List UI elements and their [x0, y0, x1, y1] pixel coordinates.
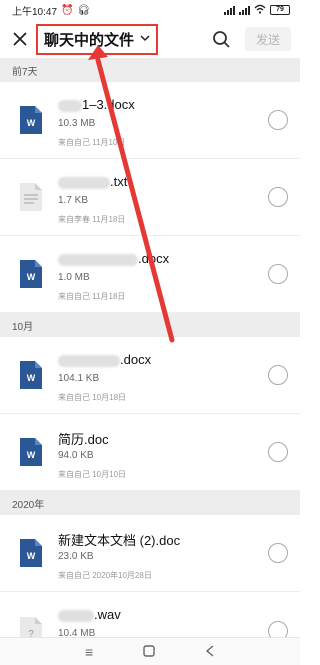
select-checkbox[interactable]	[268, 543, 288, 563]
file-row[interactable]: W 1–3.docx 10.3 MB 来自自己 11月10日	[0, 82, 300, 159]
word-icon: W	[20, 438, 42, 466]
select-checkbox[interactable]	[268, 187, 288, 207]
word-icon: W	[20, 539, 42, 567]
send-button[interactable]: 发送	[245, 27, 291, 51]
svg-text:W: W	[27, 272, 36, 282]
file-name: 1–3.docx	[82, 97, 135, 112]
select-checkbox[interactable]	[268, 442, 288, 462]
select-checkbox[interactable]	[268, 110, 288, 130]
headset-icon: 🎧︎	[77, 4, 91, 16]
file-size: 23.0 KB	[58, 551, 94, 562]
file-row[interactable]: .txt 1.7 KB 来自李春 11月18日	[0, 159, 300, 236]
chevron-down-icon	[140, 34, 150, 45]
section-header-2020: 2020年	[0, 491, 300, 515]
back-icon[interactable]	[205, 644, 215, 660]
file-meta: 来自自己 10月18日	[58, 393, 127, 402]
wifi-icon	[254, 4, 266, 17]
file-size: 104.1 KB	[58, 373, 100, 384]
text-file-icon	[20, 183, 42, 211]
file-row[interactable]: W .docx 104.1 KB 来自自己 10月18日	[0, 337, 300, 414]
status-bar: 上午10:47 ⏰ 🎧︎ 79	[0, 0, 300, 20]
file-row[interactable]: W 简历.doc 94.0 KB 来自自己 10月10日	[0, 414, 300, 491]
file-name: .docx	[138, 251, 170, 266]
file-name: .txt	[110, 174, 128, 189]
menu-icon[interactable]: ≡	[85, 644, 93, 660]
file-meta: 来自自己 10月10日	[58, 470, 127, 479]
word-icon: W	[20, 361, 42, 389]
svg-text:W: W	[27, 450, 36, 460]
top-bar: 聊天中的文件 发送	[0, 20, 300, 58]
signal-icon	[224, 5, 235, 15]
select-checkbox[interactable]	[268, 264, 288, 284]
word-icon: W	[20, 106, 42, 134]
file-row[interactable]: W .docx 1.0 MB 来自自己 11月18日	[0, 236, 300, 313]
file-name: 简历.doc	[58, 432, 109, 447]
svg-text:W: W	[27, 551, 36, 561]
file-name: .wav	[94, 607, 121, 622]
page-title: 聊天中的文件	[44, 31, 135, 49]
file-source-dropdown[interactable]: 聊天中的文件	[36, 23, 159, 55]
section-header-week: 前7天	[0, 58, 300, 82]
section-header-october: 10月	[0, 313, 300, 337]
status-time: 上午10:47	[12, 6, 58, 18]
svg-text:W: W	[27, 373, 36, 383]
file-meta: 来自自己 2020年10月28日	[58, 571, 152, 580]
system-nav-bar: ≡	[0, 637, 300, 665]
file-meta: 来自李春 11月18日	[58, 215, 126, 224]
file-name: .docx	[120, 352, 152, 367]
home-icon[interactable]	[143, 644, 155, 660]
svg-text:W: W	[27, 118, 36, 128]
file-size: 94.0 KB	[58, 450, 94, 461]
battery-icon: 79	[270, 5, 290, 15]
word-icon: W	[20, 260, 42, 288]
alarm-icon: ⏰	[61, 4, 74, 16]
file-meta: 来自自己 11月18日	[58, 292, 126, 301]
close-icon[interactable]	[10, 29, 30, 49]
file-size: 10.3 MB	[58, 118, 96, 129]
search-icon[interactable]	[210, 28, 232, 50]
file-row[interactable]: W 新建文本文档 (2).doc 23.0 KB 来自自己 2020年10月28…	[0, 515, 300, 592]
select-checkbox[interactable]	[268, 365, 288, 385]
file-size: 1.7 KB	[58, 195, 89, 206]
file-name: 新建文本文档 (2).doc	[58, 533, 181, 548]
file-meta: 来自自己 11月10日	[58, 138, 126, 147]
file-size: 1.0 MB	[58, 272, 90, 283]
signal-icon-2	[239, 5, 250, 15]
